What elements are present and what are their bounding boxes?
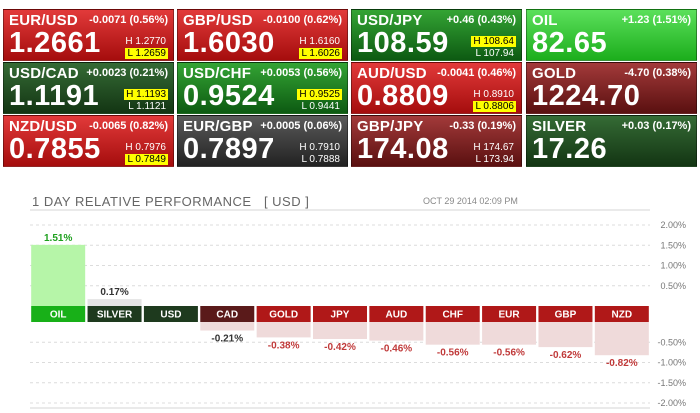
y-tick-label: 1.00% [660,261,686,271]
category-label: OIL [50,310,67,321]
bar-silver [87,299,142,306]
y-tick-label: -2.00% [657,398,686,408]
bar-aud [369,322,424,341]
category-label: EUR [499,310,521,321]
y-tick-label: 1.50% [660,240,686,250]
bar-nzd [594,322,649,356]
value-label: -0.62% [550,350,582,361]
bar-eur [482,322,537,345]
category-label: CHF [442,310,463,321]
y-tick-label: -0.50% [657,337,686,347]
y-tick-label: -1.00% [657,358,686,368]
category-label: CAD [216,310,238,321]
bar-gbp [538,322,593,348]
bar-cad [200,322,255,331]
value-label: -0.56% [493,348,525,359]
value-label: -0.82% [606,358,638,369]
y-tick-label: -1.50% [657,378,686,388]
value-label: -0.21% [211,334,243,345]
value-label: -0.38% [268,340,300,351]
category-label: SILVER [97,310,133,321]
category-label: AUD [386,310,408,321]
category-label: USD [160,310,181,321]
category-label: GOLD [269,310,298,321]
bar-chf [425,322,480,345]
value-label: -0.46% [381,344,413,355]
y-tick-label: 2.00% [660,220,686,230]
category-label: NZD [612,310,633,321]
bar-gold [256,322,311,338]
category-label: GBP [555,310,577,321]
bar-oil [31,244,86,306]
bar-jpy [313,322,367,340]
y-tick-label: 0.50% [660,281,686,291]
value-label: -0.42% [324,342,356,353]
value-label: -0.56% [437,348,469,359]
value-label: 0.17% [100,287,128,298]
performance-chart: 2.00% 1.50% 1.00% 0.50% -0.50% -1.00% -1.50% -2… [30,209,686,409]
category-label: JPY [331,310,350,321]
value-label: 1.51% [44,233,72,244]
